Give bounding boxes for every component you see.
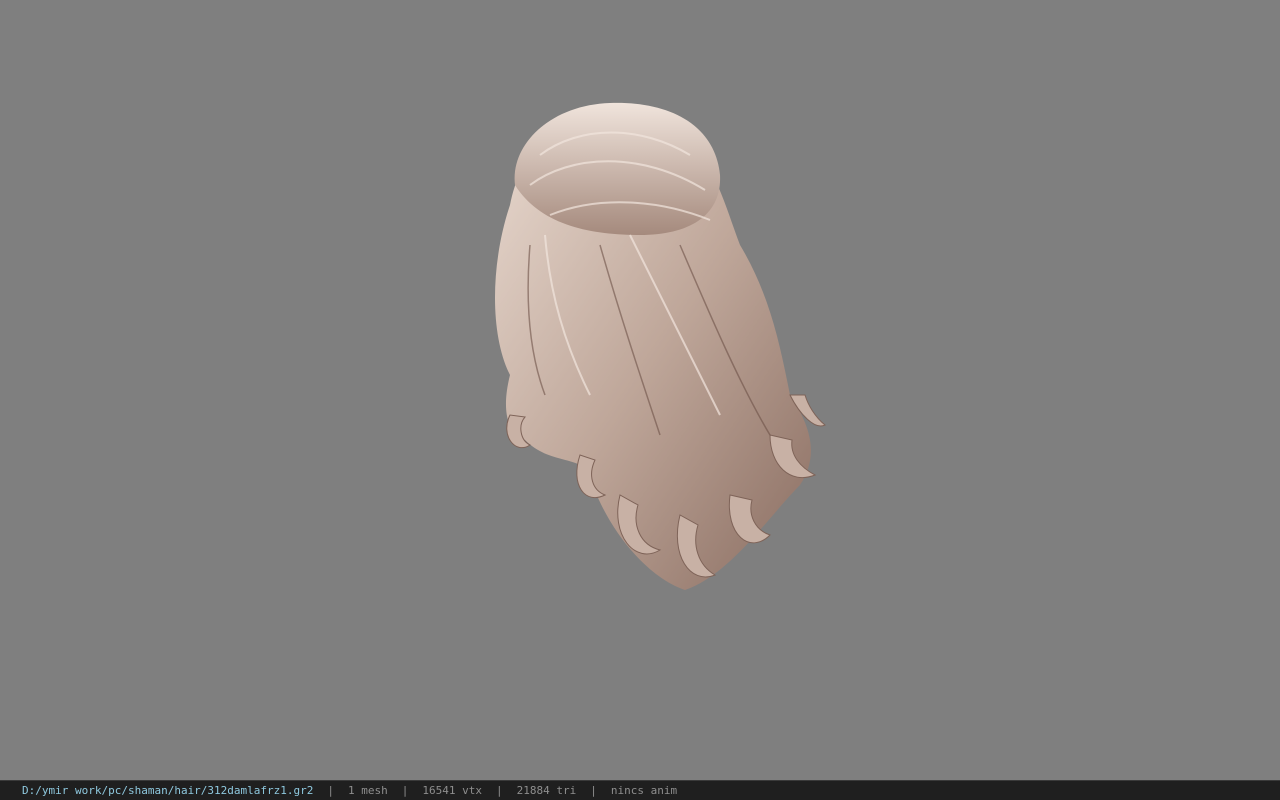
- status-bar: D:/ymir work/pc/shaman/hair/312damlafrz1…: [0, 780, 1280, 800]
- 3d-viewport[interactable]: [0, 0, 1280, 780]
- triangle-count: 21884 tri: [516, 784, 577, 797]
- separator: |: [401, 784, 409, 797]
- separator: |: [327, 784, 335, 797]
- mesh-count: 1 mesh: [348, 784, 388, 797]
- vertex-count: 16541 vtx: [422, 784, 483, 797]
- file-path: D:/ymir work/pc/shaman/hair/312damlafrz1…: [22, 784, 314, 797]
- separator: |: [496, 784, 503, 797]
- hair-model-preview: [495, 102, 826, 590]
- separator: |: [590, 784, 597, 797]
- animation-status: nincs anim: [610, 784, 678, 797]
